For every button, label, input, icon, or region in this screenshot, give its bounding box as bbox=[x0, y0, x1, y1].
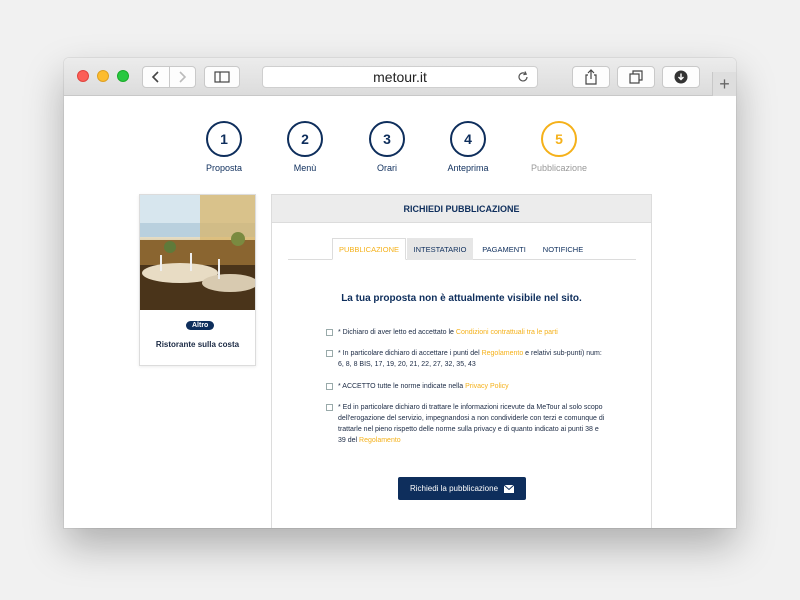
sidebar-icon bbox=[214, 71, 230, 83]
step-anteprima[interactable]: 4 Anteprima bbox=[428, 121, 508, 173]
back-button[interactable] bbox=[143, 67, 169, 87]
step-orari[interactable]: 3 Orari bbox=[347, 121, 427, 173]
tabs-button[interactable] bbox=[617, 66, 655, 88]
back-icon bbox=[151, 71, 159, 83]
plus-icon: + bbox=[719, 73, 730, 94]
share-button[interactable] bbox=[572, 66, 610, 88]
tab-pagamenti[interactable]: PAGAMENTI bbox=[477, 238, 531, 260]
step-number: 3 bbox=[369, 121, 405, 157]
zoom-window-button[interactable] bbox=[117, 70, 129, 82]
browser-toolbar: metour.it + bbox=[64, 58, 736, 96]
request-publication-button[interactable]: Richiedi la pubblicazione bbox=[398, 477, 526, 500]
data-handling-checkbox-row[interactable]: * Ed in particolare dichiaro di trattare… bbox=[326, 402, 606, 446]
regulation-link-2[interactable]: Regolamento bbox=[359, 437, 401, 444]
minimize-window-button[interactable] bbox=[97, 70, 109, 82]
terms-checkbox-row[interactable]: * Dichiaro di aver letto ed accettato le… bbox=[326, 327, 606, 338]
reload-icon[interactable] bbox=[516, 70, 530, 84]
step-label: Anteprima bbox=[447, 163, 489, 173]
address-bar[interactable]: metour.it bbox=[262, 66, 538, 88]
regulation-text: * In particolare dichiaro di accettare i… bbox=[338, 350, 602, 368]
browser-window: metour.it + 1 Proposta 2 Menù 3 Orari 4 … bbox=[64, 58, 736, 528]
url-text: metour.it bbox=[373, 69, 427, 85]
panel-title: RICHIEDI PUBBLICAZIONE bbox=[272, 195, 651, 223]
category-badge: Altro bbox=[186, 321, 215, 330]
tab-intestatario[interactable]: INTESTATARIO bbox=[407, 238, 473, 260]
contract-conditions-link[interactable]: Condizioni contrattuali tra le parti bbox=[456, 329, 558, 336]
terms-checkbox[interactable] bbox=[326, 329, 333, 336]
share-icon bbox=[585, 69, 597, 85]
regulation-checkbox[interactable] bbox=[326, 350, 333, 357]
step-label: Pubblicazione bbox=[530, 163, 588, 173]
privacy-checkbox[interactable] bbox=[326, 383, 333, 390]
data-handling-checkbox[interactable] bbox=[326, 404, 333, 411]
submit-label: Richiedi la pubblicazione bbox=[409, 484, 499, 493]
panel-tabs: PUBBLICAZIONE INTESTATARIO PAGAMENTI NOT… bbox=[288, 238, 636, 260]
history-nav bbox=[142, 66, 196, 88]
proposal-title: Ristorante sulla costa bbox=[155, 340, 240, 349]
step-number: 5 bbox=[541, 121, 577, 157]
step-number: 4 bbox=[450, 121, 486, 157]
regulation-checkbox-row[interactable]: * In particolare dichiaro di accettare i… bbox=[326, 348, 606, 370]
step-menu[interactable]: 2 Menù bbox=[265, 121, 345, 173]
sidebar-button[interactable] bbox=[204, 66, 240, 88]
privacy-policy-link[interactable]: Privacy Policy bbox=[465, 383, 509, 390]
data-handling-text: * Ed in particolare dichiaro di trattare… bbox=[338, 404, 605, 444]
step-label: Menù bbox=[293, 163, 317, 173]
privacy-checkbox-row[interactable]: * ACCETTO tutte le norme indicate nella … bbox=[326, 381, 606, 392]
restaurant-photo bbox=[140, 195, 255, 310]
close-window-button[interactable] bbox=[77, 70, 89, 82]
envelope-icon bbox=[504, 484, 515, 493]
proposal-card[interactable]: Altro Ristorante sulla costa bbox=[139, 194, 256, 366]
download-icon bbox=[674, 70, 688, 84]
step-number: 1 bbox=[206, 121, 242, 157]
terms-text: * Dichiaro di aver letto ed accettato le… bbox=[338, 329, 558, 336]
step-label: Proposta bbox=[205, 163, 243, 173]
step-pubblicazione[interactable]: 5 Pubblicazione bbox=[519, 121, 599, 173]
visibility-notice: La tua proposta non è attualmente visibi… bbox=[341, 293, 582, 304]
tab-notifiche[interactable]: NOTIFICHE bbox=[535, 238, 591, 260]
step-proposta[interactable]: 1 Proposta bbox=[184, 121, 264, 173]
step-number: 2 bbox=[287, 121, 323, 157]
new-tab-button[interactable]: + bbox=[712, 72, 736, 96]
forward-icon bbox=[179, 71, 187, 83]
publish-panel: RICHIEDI PUBBLICAZIONE PUBBLICAZIONE INT… bbox=[271, 194, 652, 528]
regulation-link[interactable]: Regolamento bbox=[482, 350, 524, 357]
downloads-button[interactable] bbox=[662, 66, 700, 88]
privacy-text: * ACCETTO tutte le norme indicate nella … bbox=[338, 383, 509, 390]
step-label: Orari bbox=[377, 163, 397, 173]
tab-pubblicazione[interactable]: PUBBLICAZIONE bbox=[332, 238, 406, 260]
forward-button[interactable] bbox=[168, 67, 196, 87]
tabs-icon bbox=[629, 70, 643, 84]
